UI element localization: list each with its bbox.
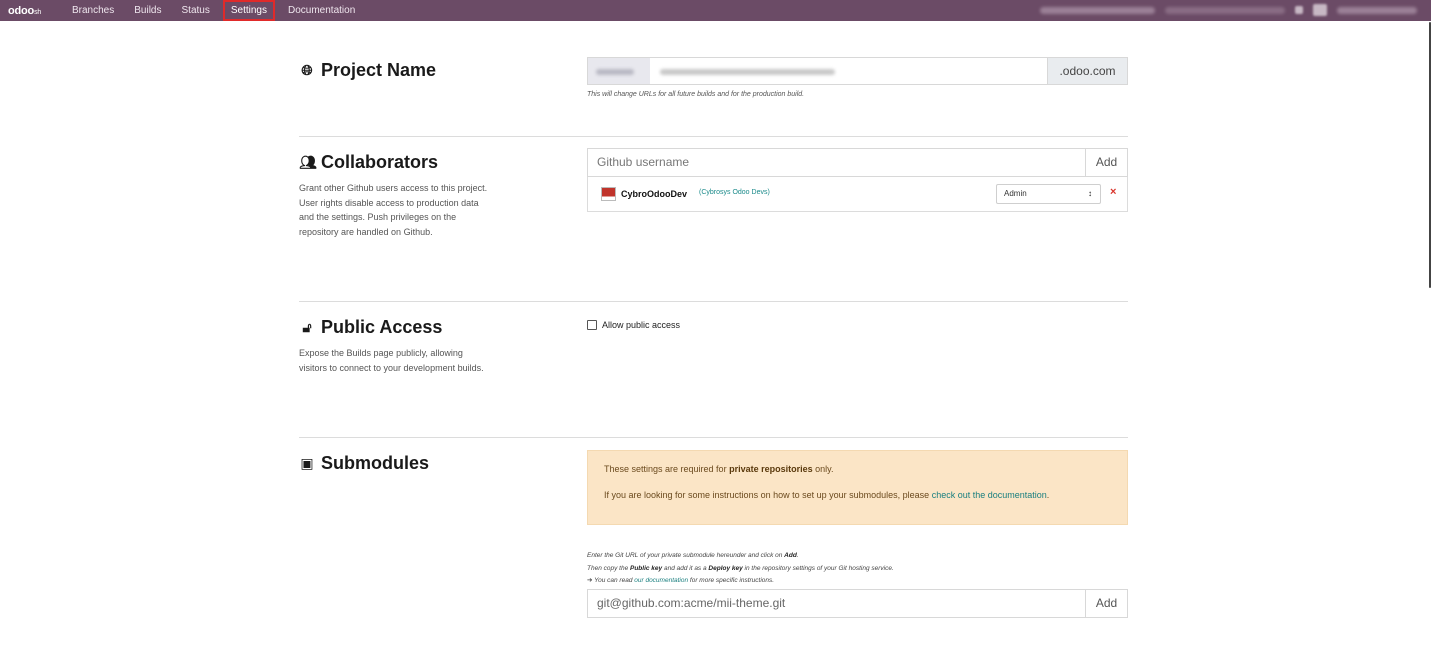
brand-suffix: sh (34, 8, 42, 16)
submodules-section: ▣ Submodules These settings are required… (299, 450, 1128, 625)
instruction-line: ➔ You can read our documentation for mor… (587, 575, 1128, 588)
allow-public-access-checkbox[interactable] (587, 320, 597, 330)
submodule-url-input[interactable]: git@github.com:acme/mii-theme.git (588, 590, 1085, 617)
remove-collaborator-icon[interactable]: × (1110, 186, 1116, 198)
instruction-line: Then copy the Public key and add it as a… (587, 563, 1128, 576)
nav-branches[interactable]: Branches (62, 0, 124, 21)
alert-text: These settings are required for (604, 464, 730, 474)
collaborator-org[interactable]: (Cybrosys Odoo Devs) (699, 189, 770, 196)
instruction-text: and add it as a (662, 564, 709, 572)
globe-icon: 🌐︎ (301, 62, 313, 78)
project-name-hint: This will change URLs for all future bui… (587, 91, 805, 98)
alert-text: If you are looking for some instructions… (604, 490, 932, 500)
github-username-input[interactable]: Github username (588, 149, 1085, 176)
add-submodule-button[interactable]: Add (1085, 589, 1127, 617)
project-name-control: .odoo.com This will change URLs for all … (587, 57, 1128, 98)
public-access-section: 🔓︎ Public Access Expose the Builds page … (299, 313, 1128, 413)
divider (299, 437, 1128, 438)
submodules-title: Submodules (321, 453, 430, 473)
instruction-text: Then copy the (587, 564, 630, 572)
project-name-input[interactable] (650, 58, 1047, 84)
instruction-bold: Add (784, 552, 797, 559)
collaborators-section: 👥︎ Collaborators Grant other Github user… (299, 148, 1128, 278)
nav-settings[interactable]: Settings (222, 0, 275, 21)
instruction-line: Enter the Git URL of your private submod… (587, 550, 1128, 563)
collaborator-row: CybroOdooDev (Cybrosys Odoo Devs) Admin … (587, 177, 1128, 212)
instruction-text: in the repository settings of your Git h… (742, 564, 894, 572)
submodules-control: These settings are required for private … (587, 450, 1128, 618)
instruction-bold: Deploy key (708, 564, 743, 572)
alert-bold: private repositories (729, 464, 813, 474)
alert-line-2: If you are looking for some instructions… (604, 488, 1111, 503)
brand-text: odoo (8, 4, 35, 17)
collaborator-name[interactable]: CybroOdooDev (621, 189, 687, 199)
sort-icon: ↕ (1088, 189, 1092, 198)
instruction-text: Enter the Git URL of your private submod… (587, 552, 785, 559)
allow-public-access[interactable]: Allow public access (587, 320, 680, 330)
instruction-bold: Public key (630, 564, 663, 572)
instruction-text: ➔ You can read (587, 577, 635, 584)
top-navbar: odoosh Branches Builds Status Settings D… (0, 0, 1431, 21)
blurred-project-text (1040, 6, 1155, 14)
role-value: Admin (1004, 189, 1027, 198)
private-repos-alert: These settings are required for private … (587, 450, 1128, 525)
allow-public-access-label[interactable]: Allow public access (602, 320, 680, 330)
nav-status[interactable]: Status (172, 0, 220, 21)
bell-icon[interactable] (1295, 6, 1303, 14)
users-icon: 👥︎ (299, 154, 317, 170)
divider (299, 136, 1128, 137)
submodules-heading: ▣ Submodules (299, 453, 429, 474)
avatar[interactable] (1313, 4, 1327, 16)
public-access-heading: 🔓︎ Public Access (299, 317, 442, 338)
odoo-sh-logo[interactable]: odoosh (0, 5, 62, 17)
role-select[interactable]: Admin ↕ (996, 184, 1101, 204)
documentation-link[interactable]: check out the documentation (932, 490, 1047, 500)
page-scrollbar[interactable] (1427, 21, 1431, 672)
submodule-url-input-group: git@github.com:acme/mii-theme.git Add (587, 588, 1128, 618)
cube-icon: ▣ (300, 455, 314, 471)
add-collaborator-button[interactable]: Add (1085, 149, 1127, 176)
blurred-prefix (588, 58, 650, 84)
collaborators-title: Collaborators (321, 152, 439, 172)
nav-builds[interactable]: Builds (124, 0, 171, 21)
submodule-instructions: Enter the Git URL of your private submod… (587, 550, 1128, 588)
project-name-title: Project Name (321, 60, 437, 80)
nav-right-blurred (1040, 4, 1417, 16)
public-access-control: Allow public access (587, 320, 680, 330)
instruction-text: for more specific instructions. (688, 577, 775, 584)
collaborator-avatar (601, 187, 616, 201)
alert-text: only. (812, 464, 834, 474)
project-name-input-group: .odoo.com (587, 57, 1128, 85)
alert-line-1: These settings are required for private … (604, 462, 1111, 477)
collaborators-control: Github username Add CybroOdooDev (Cybros… (587, 148, 1128, 212)
alert-text: . (1046, 490, 1050, 500)
instruction-text: . (796, 552, 799, 559)
public-access-description: Expose the Builds page publicly, allowin… (299, 348, 484, 373)
public-access-title: Public Access (321, 317, 443, 337)
divider (299, 301, 1128, 302)
nav-documentation[interactable]: Documentation (278, 0, 365, 21)
github-username-input-group: Github username Add (587, 148, 1128, 177)
blurred-username[interactable] (1337, 6, 1417, 14)
project-name-section: 🌐︎ Project Name .odoo.com This will chan… (299, 57, 1128, 117)
lock-icon: 🔓︎ (302, 319, 312, 335)
domain-suffix: .odoo.com (1047, 58, 1127, 84)
our-documentation-link[interactable]: our documentation (634, 577, 688, 584)
project-name-heading: 🌐︎ Project Name (299, 60, 436, 81)
collaborators-description: Grant other Github users access to this … (299, 183, 488, 237)
collaborators-heading: 👥︎ Collaborators (299, 152, 438, 173)
blurred-url-text (1165, 6, 1285, 14)
